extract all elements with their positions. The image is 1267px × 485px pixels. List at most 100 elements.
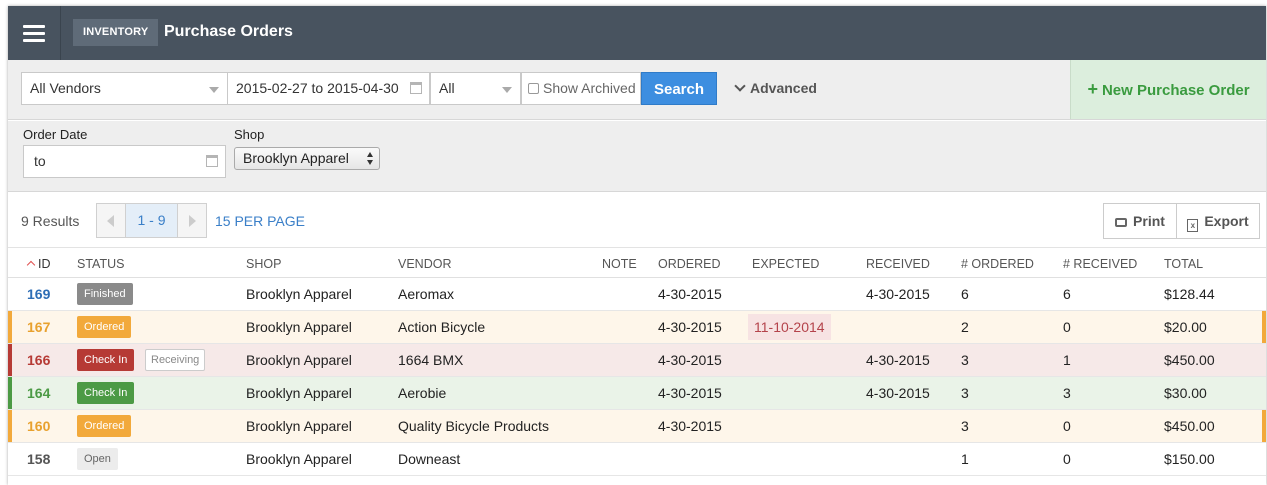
row-id[interactable]: 164 [27,385,50,401]
order-date-input[interactable]: to [23,145,226,178]
filter-bar: All Vendors 2015-02-27 to 2015-04-30 All… [8,60,1266,120]
order-date-value: to [34,153,46,169]
spreadsheet-icon: x [1187,219,1199,232]
table-row[interactable]: 164 Check In Brooklyn Apparel Aerobie 4-… [8,377,1266,410]
next-page-button[interactable] [177,204,206,237]
column-header-shop[interactable]: SHOP [246,257,281,271]
pagination: 1 - 9 [96,203,207,238]
row-vendor: Aerobie [398,385,447,401]
row-total: $450.00 [1164,352,1215,368]
table-row[interactable]: 160 Ordered Brooklyn Apparel Quality Bic… [8,410,1266,443]
status-badge: Ordered [77,415,132,437]
page-range[interactable]: 1 - 9 [126,204,177,237]
row-id[interactable]: 169 [27,286,50,302]
table-row[interactable]: 158 Open Brooklyn Apparel Downeast 1 0 $… [8,443,1266,476]
status-badge: Open [77,448,118,470]
sub-status-badge: Receiving [145,349,206,371]
results-count: 9 Results [21,213,80,229]
row-num-received: 0 [1063,319,1071,335]
chevron-down-icon [734,80,746,92]
column-header-vendor[interactable]: VENDOR [398,257,451,271]
calendar-icon[interactable] [206,155,218,167]
date-range-input[interactable]: 2015-02-27 to 2015-04-30 [227,72,430,105]
status-badge[interactable]: Check In [77,382,135,404]
shop-select[interactable]: Brooklyn Apparel [234,147,380,170]
row-id[interactable]: 160 [27,418,50,434]
row-num-ordered: 3 [961,418,969,434]
print-button[interactable]: Print [1103,203,1177,239]
row-id[interactable]: 167 [27,319,50,335]
status-badge[interactable]: Check In [77,349,135,371]
row-vendor: Quality Bicycle Products [398,418,549,434]
row-vendor: Action Bicycle [398,319,486,335]
column-header-id[interactable]: ID [26,257,51,271]
table-row[interactable]: 166 Check In Receiving Brooklyn Apparel … [8,344,1266,377]
chevron-right-icon [189,215,196,227]
row-status-stripe [8,344,12,376]
status-badge: Ordered [77,316,132,338]
row-vendor: Downeast [398,451,461,467]
row-vendor: 1664 BMX [398,352,464,368]
row-received-date: 4-30-2015 [866,385,930,401]
shop-label: Shop [234,127,265,142]
row-shop: Brooklyn Apparel [246,418,352,434]
row-num-received: 0 [1063,451,1071,467]
prev-page-button[interactable] [97,204,126,237]
row-total: $20.00 [1164,319,1207,335]
row-num-received: 3 [1063,385,1071,401]
row-ordered-date: 4-30-2015 [658,385,722,401]
column-header-status[interactable]: STATUS [77,257,124,271]
column-header-note[interactable]: NOTE [602,257,637,271]
row-status-stripe [8,311,12,343]
row-shop: Brooklyn Apparel [246,451,352,467]
top-bar: INVENTORY Purchase Orders [8,6,1266,60]
chevron-down-icon [502,87,512,93]
row-ordered-date: 4-30-2015 [658,352,722,368]
table-row[interactable]: 169 Finished Brooklyn Apparel Aeromax 4-… [8,278,1266,311]
column-header-ordered[interactable]: ORDERED [658,257,721,271]
row-ordered-date: 4-30-2015 [658,319,722,335]
row-status-stripe [8,410,12,442]
status-select[interactable]: All [430,72,521,105]
calendar-icon[interactable] [410,82,422,94]
column-header-num-ordered[interactable]: # ORDERED [961,257,1034,271]
export-button[interactable]: x Export [1176,203,1260,239]
menu-button[interactable] [8,6,61,60]
row-status-stripe [1262,410,1266,442]
column-header-num-received[interactable]: # RECEIVED [1063,257,1137,271]
status-badge: Finished [77,283,133,305]
breadcrumb-inventory[interactable]: INVENTORY [73,19,159,46]
row-num-ordered: 2 [961,319,969,335]
show-archived-toggle[interactable]: Show Archived [521,72,641,105]
column-header-received[interactable]: RECEIVED [866,257,930,271]
status-select-value: All [439,80,455,96]
row-ordered-date: 4-30-2015 [658,418,722,434]
column-header-expected[interactable]: EXPECTED [752,257,819,271]
row-num-received: 6 [1063,286,1071,302]
row-total: $30.00 [1164,385,1207,401]
per-page-select[interactable]: 15 PER PAGE [215,213,305,229]
new-purchase-order-label: New Purchase Order [1101,82,1250,99]
show-archived-checkbox[interactable] [528,83,539,94]
row-total: $450.00 [1164,418,1215,434]
hamburger-icon [23,24,45,42]
row-id[interactable]: 166 [27,352,50,368]
advanced-label: Advanced [750,80,817,96]
table-row[interactable]: 167 Ordered Brooklyn Apparel Action Bicy… [8,311,1266,344]
row-num-ordered: 3 [961,385,969,401]
plus-icon: + [1087,79,1098,99]
search-button[interactable]: Search [641,72,717,105]
advanced-toggle[interactable]: Advanced [734,80,817,96]
column-header-id-label: ID [38,257,51,271]
row-shop: Brooklyn Apparel [246,352,352,368]
results-bar: 9 Results 1 - 9 15 PER PAGE Print x Expor… [8,193,1266,248]
vendor-select[interactable]: All Vendors [21,72,228,105]
row-id[interactable]: 158 [27,451,50,467]
column-header-total[interactable]: TOTAL [1164,257,1203,271]
select-arrows-icon [367,152,374,165]
export-label: Export [1204,213,1249,229]
row-num-received: 0 [1063,418,1071,434]
page-title: Purchase Orders [164,23,293,40]
new-purchase-order-button[interactable]: + New Purchase Order [1070,60,1266,119]
row-num-ordered: 6 [961,286,969,302]
